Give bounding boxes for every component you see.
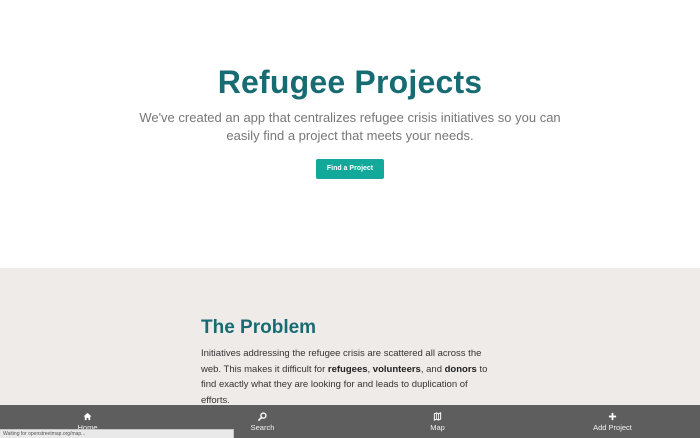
hero-subtitle: We've created an app that centralizes re…	[139, 110, 561, 143]
plus-icon	[608, 411, 617, 422]
problem-title: The Problem	[201, 317, 317, 338]
find-project-button[interactable]: Find a Project	[316, 159, 384, 179]
problem-description: Initiatives addressing the refugee crisi…	[201, 346, 491, 408]
tab-add-project[interactable]: Add Project	[525, 405, 700, 438]
browser-status-bar: Waiting for openstreetmap.org/map...	[0, 429, 234, 438]
map-icon	[433, 411, 442, 422]
tab-search-label: Search	[250, 423, 275, 432]
page-title: Refugee Projects	[217, 64, 483, 100]
hero-section: Refugee Projects We've created an app th…	[0, 0, 700, 268]
home-icon	[83, 411, 92, 422]
tab-map[interactable]: Map	[350, 405, 525, 438]
tab-add-project-label: Add Project	[593, 423, 632, 432]
problem-text-3: , and	[420, 363, 445, 375]
donors-emphasis: donors	[444, 363, 477, 375]
volunteers-emphasis: volunteers	[372, 363, 421, 375]
refugees-emphasis: refugees	[327, 363, 368, 375]
search-icon	[258, 411, 267, 422]
tab-map-label: Map	[430, 423, 445, 432]
